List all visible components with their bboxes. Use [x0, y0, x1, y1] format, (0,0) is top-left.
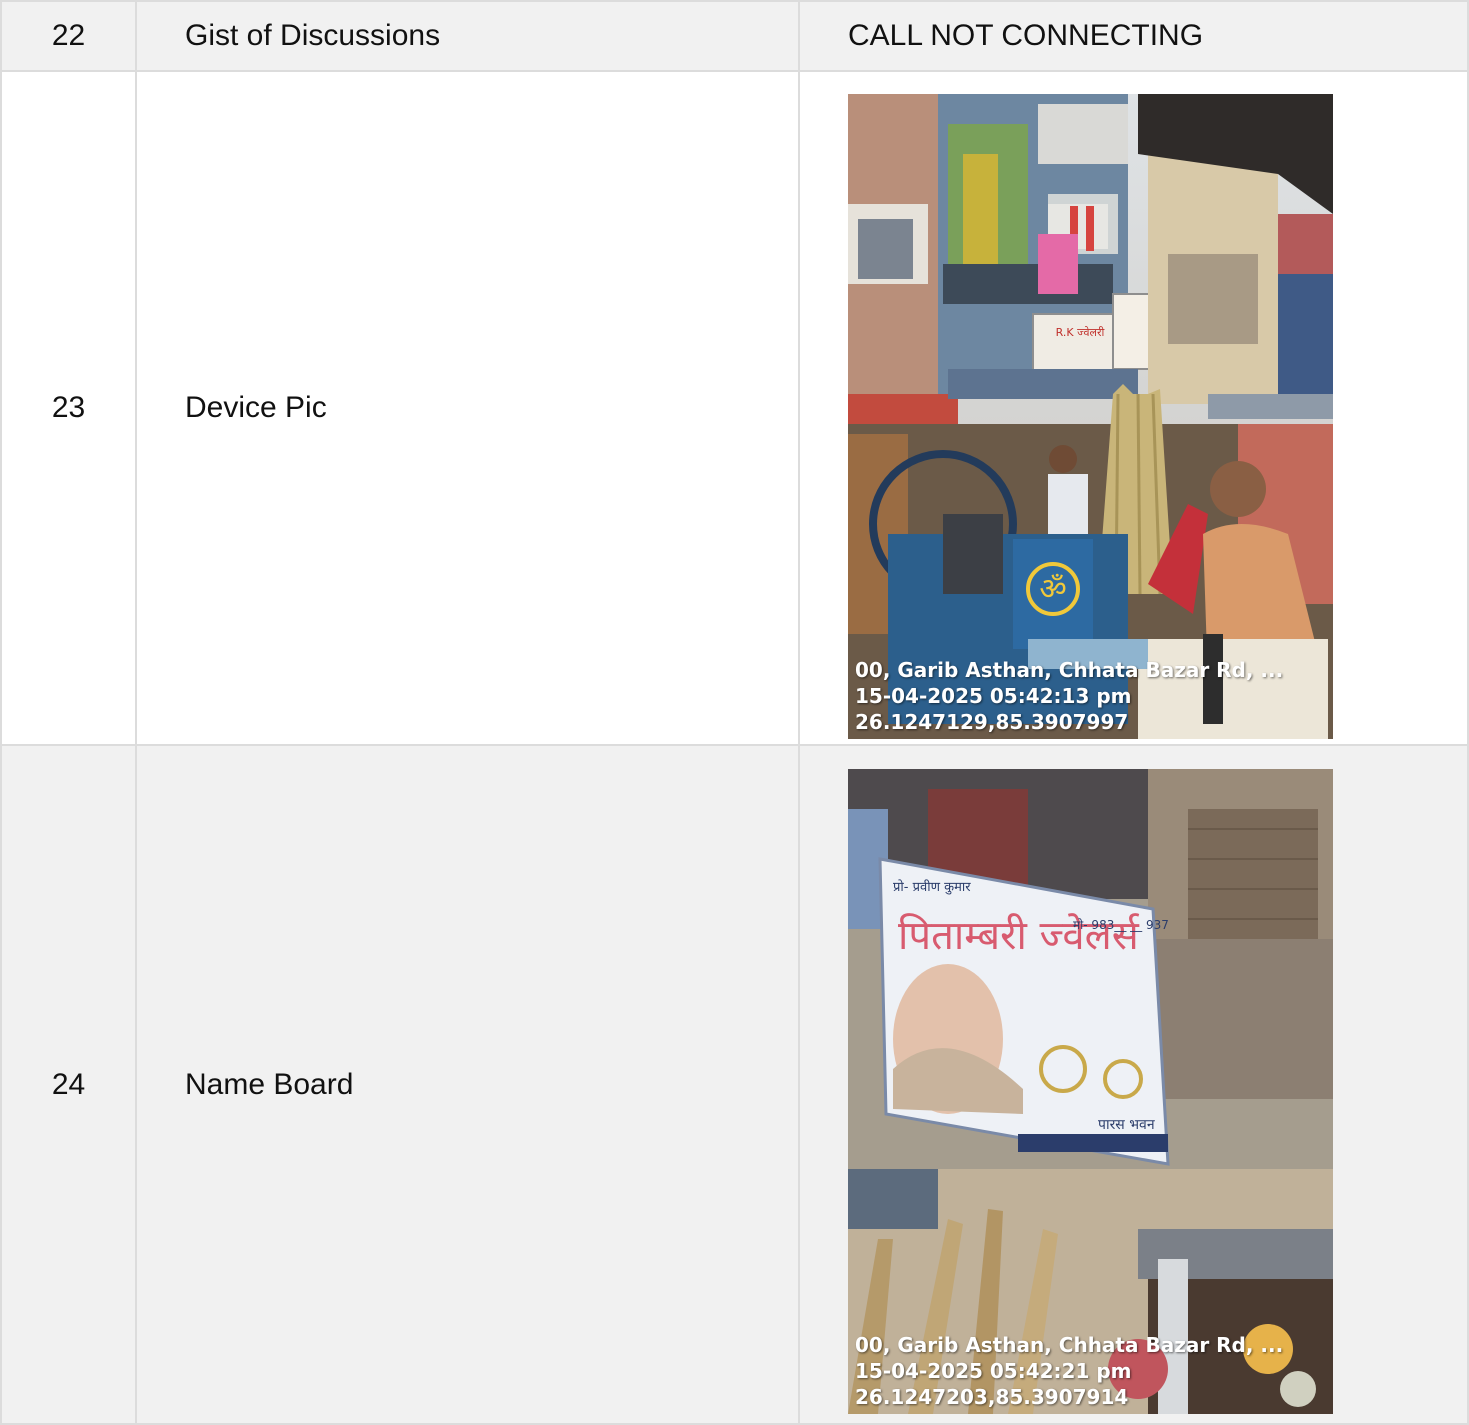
stamp-coordinates: 26.1247203,85.3907914: [855, 1385, 1129, 1409]
details-table: 22 Gist of Discussions CALL NOT CONNECTI…: [0, 0, 1469, 1425]
row-photo-cell: प्रो- प्रवीण कुमार पिताम्बरी ज्वेलर्स मो…: [798, 744, 1469, 1425]
table-row: 23 Device Pic R.K ज्वेलरी ॐ 00, Garib As…: [0, 70, 1469, 746]
sign-text: प्रो- प्रवीण कुमार: [893, 879, 971, 895]
sign-text: पारस भवन: [1098, 1117, 1155, 1133]
row-label: Gist of Discussions: [135, 0, 800, 72]
name-board-photo-image: प्रो- प्रवीण कुमार पिताम्बरी ज्वेलर्स मो…: [848, 769, 1333, 1414]
sign-text: ॐ: [1039, 572, 1066, 607]
stamp-coordinates: 26.1247129,85.3907997: [855, 709, 1129, 734]
sign-text: R.K ज्वेलरी: [1056, 326, 1105, 339]
row-number: 22: [0, 0, 137, 72]
sign-text: मो- 983__ __ 937: [1073, 918, 1169, 932]
stamp-address: 00, Garib Asthan, Chhata Bazar Rd, ...: [855, 1333, 1284, 1357]
row-number: 23: [0, 70, 137, 746]
table-row: 22 Gist of Discussions CALL NOT CONNECTI…: [0, 0, 1469, 72]
device-photo-image: R.K ज्वेलरी ॐ: [848, 93, 1333, 739]
row-value: CALL NOT CONNECTING: [798, 0, 1469, 72]
stamp-datetime: 15-04-2025 05:42:13 pm: [855, 683, 1132, 708]
name-board-photo: प्रो- प्रवीण कुमार पिताम्बरी ज्वेलर्स मो…: [848, 769, 1333, 1414]
stamp-datetime: 15-04-2025 05:42:21 pm: [855, 1359, 1132, 1383]
row-label: Device Pic: [135, 70, 800, 746]
row-label: Name Board: [135, 744, 800, 1425]
device-photo: R.K ज्वेलरी ॐ 00, Garib Asthan, Chhata B…: [848, 93, 1333, 739]
stamp-address: 00, Garib Asthan, Chhata Bazar Rd, ...: [855, 657, 1284, 682]
row-photo-cell: R.K ज्वेलरी ॐ 00, Garib Asthan, Chhata B…: [798, 70, 1469, 746]
row-number: 24: [0, 744, 137, 1425]
photo-stamp: 00, Garib Asthan, Chhata Bazar Rd, ... 1…: [855, 1332, 1283, 1410]
table-row: 24 Name Board प्रो- प्रवीण कुमार पिताम्ब…: [0, 744, 1469, 1425]
photo-stamp: 00, Garib Asthan, Chhata Bazar Rd, ... 1…: [855, 657, 1283, 735]
